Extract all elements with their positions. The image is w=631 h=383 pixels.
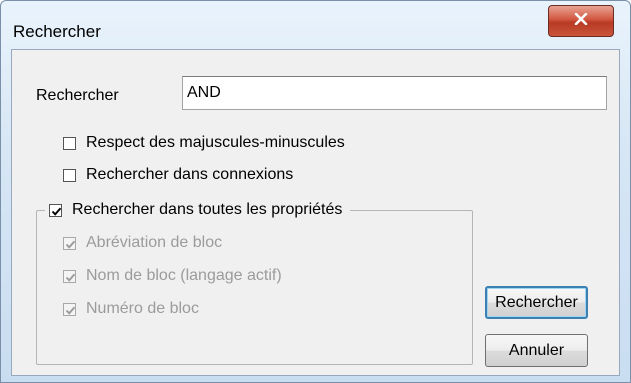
- search-all-properties-checkbox[interactable]: Rechercher dans toutes les propriétés: [45, 201, 351, 219]
- search-dialog: Rechercher Rechercher Respect des majusc…: [0, 0, 631, 383]
- dialog-body: Rechercher Respect des majuscules-minusc…: [11, 49, 620, 376]
- close-icon: [574, 12, 588, 30]
- search-all-properties-label: Rechercher dans toutes les propriétés: [72, 201, 343, 218]
- checkbox-box[interactable]: [63, 302, 76, 316]
- block-name-checkbox[interactable]: Nom de bloc (langage actif): [63, 267, 282, 285]
- block-number-checkbox[interactable]: Numéro de bloc: [63, 300, 199, 318]
- checkbox-box[interactable]: [63, 269, 76, 283]
- block-number-label: Numéro de bloc: [86, 300, 199, 317]
- checkmark-icon: [65, 240, 76, 249]
- search-button[interactable]: Rechercher: [485, 286, 588, 319]
- checkmark-icon: [65, 306, 76, 315]
- checkmark-icon: [65, 273, 76, 282]
- search-label: Rechercher: [36, 87, 119, 104]
- checkbox-box[interactable]: [63, 136, 76, 150]
- checkbox-box[interactable]: [63, 236, 76, 250]
- checkmark-icon: [51, 207, 62, 216]
- checkbox-box[interactable]: [63, 168, 76, 182]
- close-button[interactable]: [548, 5, 614, 37]
- block-name-label: Nom de bloc (langage actif): [86, 267, 282, 284]
- title-bar[interactable]: Rechercher: [1, 1, 630, 49]
- dialog-title: Rechercher: [13, 22, 101, 41]
- block-abbreviation-checkbox[interactable]: Abréviation de bloc: [63, 234, 222, 252]
- search-button-label: Rechercher: [495, 293, 578, 311]
- search-input[interactable]: [182, 76, 607, 110]
- block-abbreviation-label: Abréviation de bloc: [86, 234, 223, 251]
- cancel-button[interactable]: Annuler: [485, 334, 588, 367]
- case-sensitive-label: Respect des majuscules-minuscules: [86, 134, 345, 151]
- search-connections-checkbox[interactable]: Rechercher dans connexions: [63, 166, 293, 184]
- search-connections-label: Rechercher dans connexions: [86, 166, 294, 183]
- checkbox-box[interactable]: [49, 203, 62, 217]
- cancel-button-label: Annuler: [508, 341, 565, 359]
- case-sensitive-checkbox[interactable]: Respect des majuscules-minuscules: [63, 134, 345, 152]
